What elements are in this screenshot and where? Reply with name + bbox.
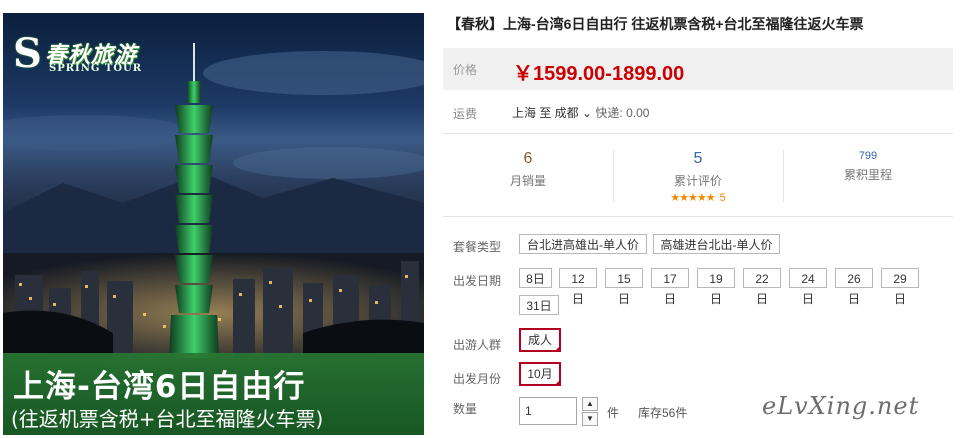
- mileage-stat: 799 累积里程: [783, 150, 953, 183]
- price-box: 价格 ￥1599.00-1899.00: [443, 48, 953, 90]
- divider: [443, 133, 953, 134]
- logo-english-text: SPRING TOUR: [49, 63, 143, 74]
- date-option[interactable]: 17日: [651, 268, 689, 306]
- shipping-route-select[interactable]: 上海 至 成都: [512, 106, 579, 120]
- departure-month-october[interactable]: 10月: [519, 362, 561, 386]
- quantity-label: 数量: [453, 402, 478, 416]
- quantity-decrement-button[interactable]: ▼: [582, 412, 598, 426]
- quantity-input[interactable]: [519, 397, 577, 425]
- mileage-label: 累积里程: [843, 168, 892, 182]
- date-option[interactable]: 22日: [743, 268, 781, 306]
- date-option[interactable]: 26日: [835, 268, 873, 306]
- chevron-down-icon[interactable]: ⌄: [579, 106, 596, 120]
- reviews-count: 5: [693, 150, 703, 167]
- monthly-sales-stat: 6 月销量: [443, 150, 613, 189]
- price-value: ￥1599.00-1899.00: [513, 63, 685, 85]
- shipping-label: 运费: [453, 107, 478, 121]
- monthly-sales-label: 月销量: [509, 174, 546, 188]
- date-option[interactable]: 19日: [697, 268, 735, 306]
- spring-tour-s-icon: S: [13, 30, 42, 77]
- stock-count: 库存56件: [638, 406, 688, 420]
- product-image[interactable]: S 春秋旅游 SPRING TOUR 上海-台湾6日自由行 (往返机票含税+台北…: [3, 13, 424, 435]
- traveler-type-label: 出游人群: [453, 338, 502, 352]
- price-label: 价格: [453, 63, 478, 77]
- promo-banner-subtitle: (往返机票含税+台北至福隆火车票): [11, 407, 324, 431]
- promo-banner-title: 上海-台湾6日自由行: [13, 369, 306, 405]
- package-option-kaohsiung-in[interactable]: 高雄进台北出-单人价: [653, 234, 780, 254]
- shipping-fee: 快递: 0.00: [595, 106, 650, 120]
- reviews-label: 累计评价: [673, 174, 722, 188]
- spring-tour-logo: S 春秋旅游 SPRING TOUR: [13, 30, 153, 79]
- date-option[interactable]: 31日: [519, 295, 559, 315]
- reviews-stat[interactable]: 5 累计评价 ★★★★★ 5: [613, 150, 783, 204]
- product-title: 【春秋】上海-台湾6日自由行 往返机票含税+台北至福隆往返火车票: [447, 16, 864, 32]
- mileage-value: 799: [858, 150, 878, 162]
- monthly-sales-value: 6: [523, 150, 533, 167]
- site-watermark: eLvXing.net: [762, 392, 920, 420]
- star-rating-icon: ★★★★★ 5: [670, 192, 726, 204]
- date-option[interactable]: 29日: [881, 268, 919, 306]
- date-option[interactable]: 15日: [605, 268, 643, 306]
- quantity-increment-button[interactable]: ▲: [582, 397, 598, 411]
- date-option[interactable]: 12日: [559, 268, 597, 306]
- promo-banner: 上海-台湾6日自由行 (往返机票含税+台北至福隆火车票): [3, 353, 424, 435]
- package-option-taipei-in[interactable]: 台北进高雄出-单人价: [519, 234, 647, 254]
- departure-date-label: 出发日期: [453, 274, 502, 288]
- divider: [443, 216, 953, 217]
- departure-month-label: 出发月份: [453, 372, 502, 386]
- rating-value: 5: [719, 192, 726, 204]
- shipping-info: 上海 至 成都 ⌄ 快递: 0.00: [512, 104, 649, 121]
- package-type-label: 套餐类型: [453, 240, 502, 254]
- quantity-unit: 件: [607, 406, 620, 420]
- date-option[interactable]: 24日: [789, 268, 827, 306]
- date-option[interactable]: 8日: [519, 268, 552, 288]
- traveler-type-adult[interactable]: 成人: [519, 328, 561, 352]
